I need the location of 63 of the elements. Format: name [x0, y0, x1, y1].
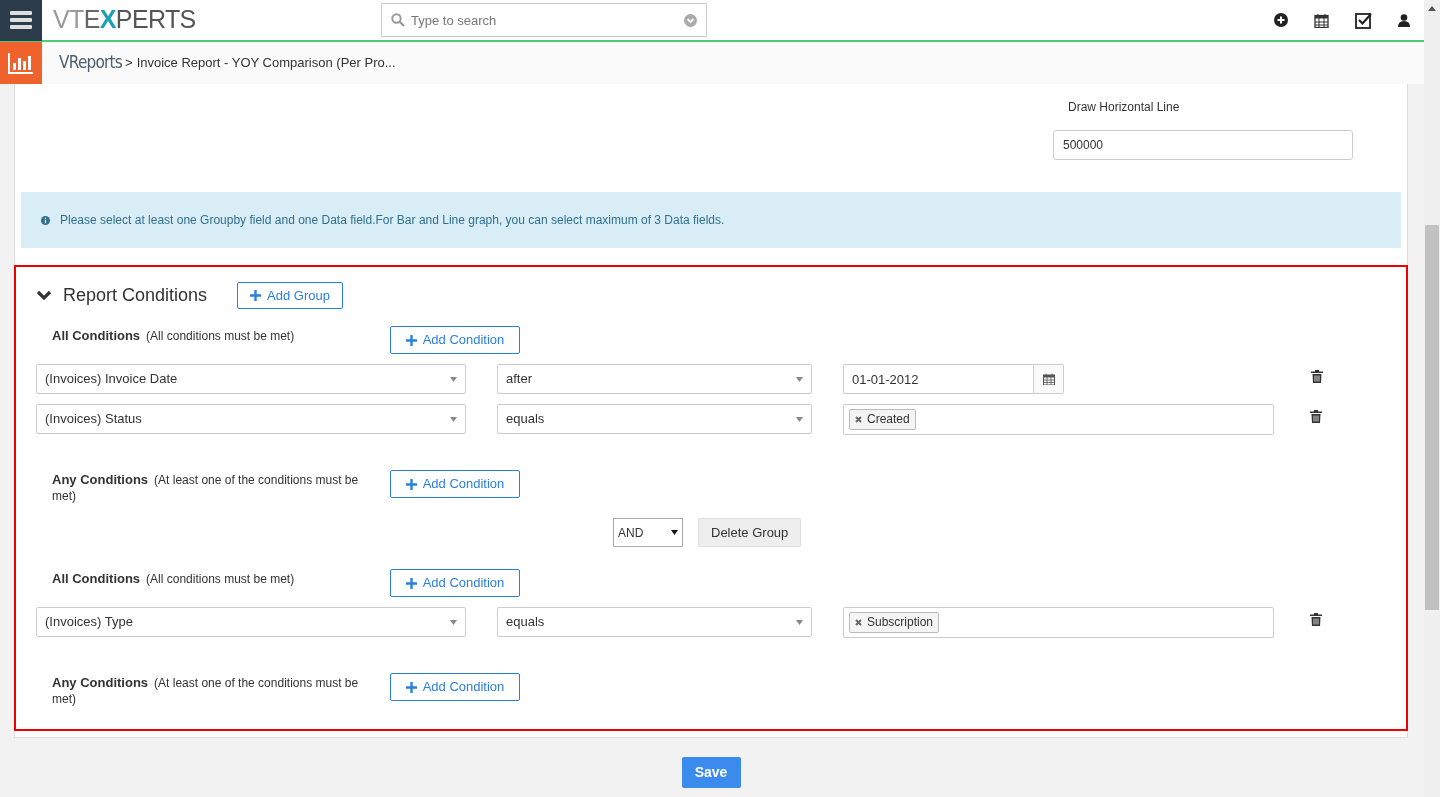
caret-icon — [796, 416, 803, 422]
add-condition-button[interactable]: Add Condition — [390, 326, 520, 354]
logo: VTEXPERTS — [53, 4, 197, 36]
select-field[interactable]: (Invoices) Status — [36, 404, 466, 434]
caret-icon — [796, 376, 803, 382]
condition-group-heading: All Conditions (All conditions must be met) — [52, 327, 296, 344]
delete-group-button[interactable]: Delete Group — [698, 518, 802, 547]
search-icon — [391, 13, 405, 27]
tag-input[interactable]: Subscription — [843, 606, 1274, 638]
add-condition-button[interactable]: Add Condition — [390, 569, 520, 597]
date-input[interactable]: 01-01-2012 — [843, 364, 1034, 394]
search-field[interactable]: Type to search — [381, 3, 707, 37]
caret-icon — [450, 376, 457, 382]
condition-group-heading: All Conditions (All conditions must be met) — [52, 570, 296, 587]
trash-icon[interactable] — [1311, 369, 1323, 383]
remove-icon[interactable] — [855, 618, 862, 626]
tag-chip: Subscription — [849, 611, 940, 633]
operator-select[interactable]: AND — [613, 518, 683, 547]
calendar-icon — [1042, 373, 1055, 385]
horizontal-line-input[interactable]: 500000 — [1053, 130, 1353, 160]
bar-chart-icon — [8, 52, 34, 74]
add-condition-button[interactable]: Add Condition — [390, 673, 520, 701]
user-icon[interactable] — [1398, 13, 1410, 27]
tag-chip: Created — [849, 408, 916, 430]
calendar-button[interactable] — [1034, 364, 1064, 394]
select-field[interactable]: (Invoices) Invoice Date — [36, 364, 466, 394]
add-icon[interactable] — [1274, 13, 1288, 27]
tag-input[interactable]: Created — [843, 403, 1274, 435]
trash-icon[interactable] — [1310, 409, 1322, 423]
remove-icon[interactable] — [855, 415, 862, 423]
checkbox-icon[interactable] — [1355, 11, 1372, 29]
info-icon — [41, 215, 50, 225]
caret-icon — [671, 530, 678, 535]
caret-icon — [450, 416, 457, 422]
select-field[interactable]: equals — [497, 404, 812, 434]
breadcrumb-link[interactable]: VReports — [59, 50, 123, 76]
chevron-down-icon[interactable] — [36, 290, 52, 301]
plus-icon — [405, 478, 417, 490]
calendar-icon[interactable] — [1314, 12, 1329, 28]
scroll-up-icon[interactable] — [1428, 6, 1436, 11]
section-title: Report Conditions — [63, 284, 208, 307]
menu-icon — [10, 11, 32, 29]
add-condition-button[interactable]: Add Condition — [390, 470, 520, 498]
plus-icon — [405, 334, 417, 346]
select-field[interactable]: after — [497, 364, 812, 394]
condition-group-heading: Any Conditions (At least one of the conditions must be met) — [52, 674, 360, 707]
scrollbar-thumb[interactable] — [1425, 225, 1439, 610]
field-label: Draw Horizontal Line — [1068, 99, 1181, 116]
plus-icon — [405, 577, 417, 589]
menu-button[interactable] — [0, 0, 42, 41]
caret-icon — [796, 619, 803, 625]
condition-group-heading: Any Conditions (At least one of the conditions must be met) — [52, 471, 360, 504]
add-group-button[interactable]: Add Group — [237, 282, 343, 309]
select-field[interactable]: (Invoices) Type — [36, 607, 466, 637]
caret-icon — [450, 619, 457, 625]
reports-tile[interactable] — [0, 42, 42, 84]
plus-icon — [250, 290, 262, 301]
select-field[interactable]: equals — [497, 607, 812, 637]
breadcrumb-current: Invoice Report - YOY Comparison (Per Pro... — [136, 54, 396, 73]
plus-icon — [405, 681, 417, 693]
info-text: Please select at least one Groupby field and one Data field.For Bar and Line graph, you can select maximum of 3 Data fields. — [60, 212, 725, 229]
trash-icon[interactable] — [1310, 612, 1322, 626]
breadcrumb-separator: > — [125, 54, 133, 73]
